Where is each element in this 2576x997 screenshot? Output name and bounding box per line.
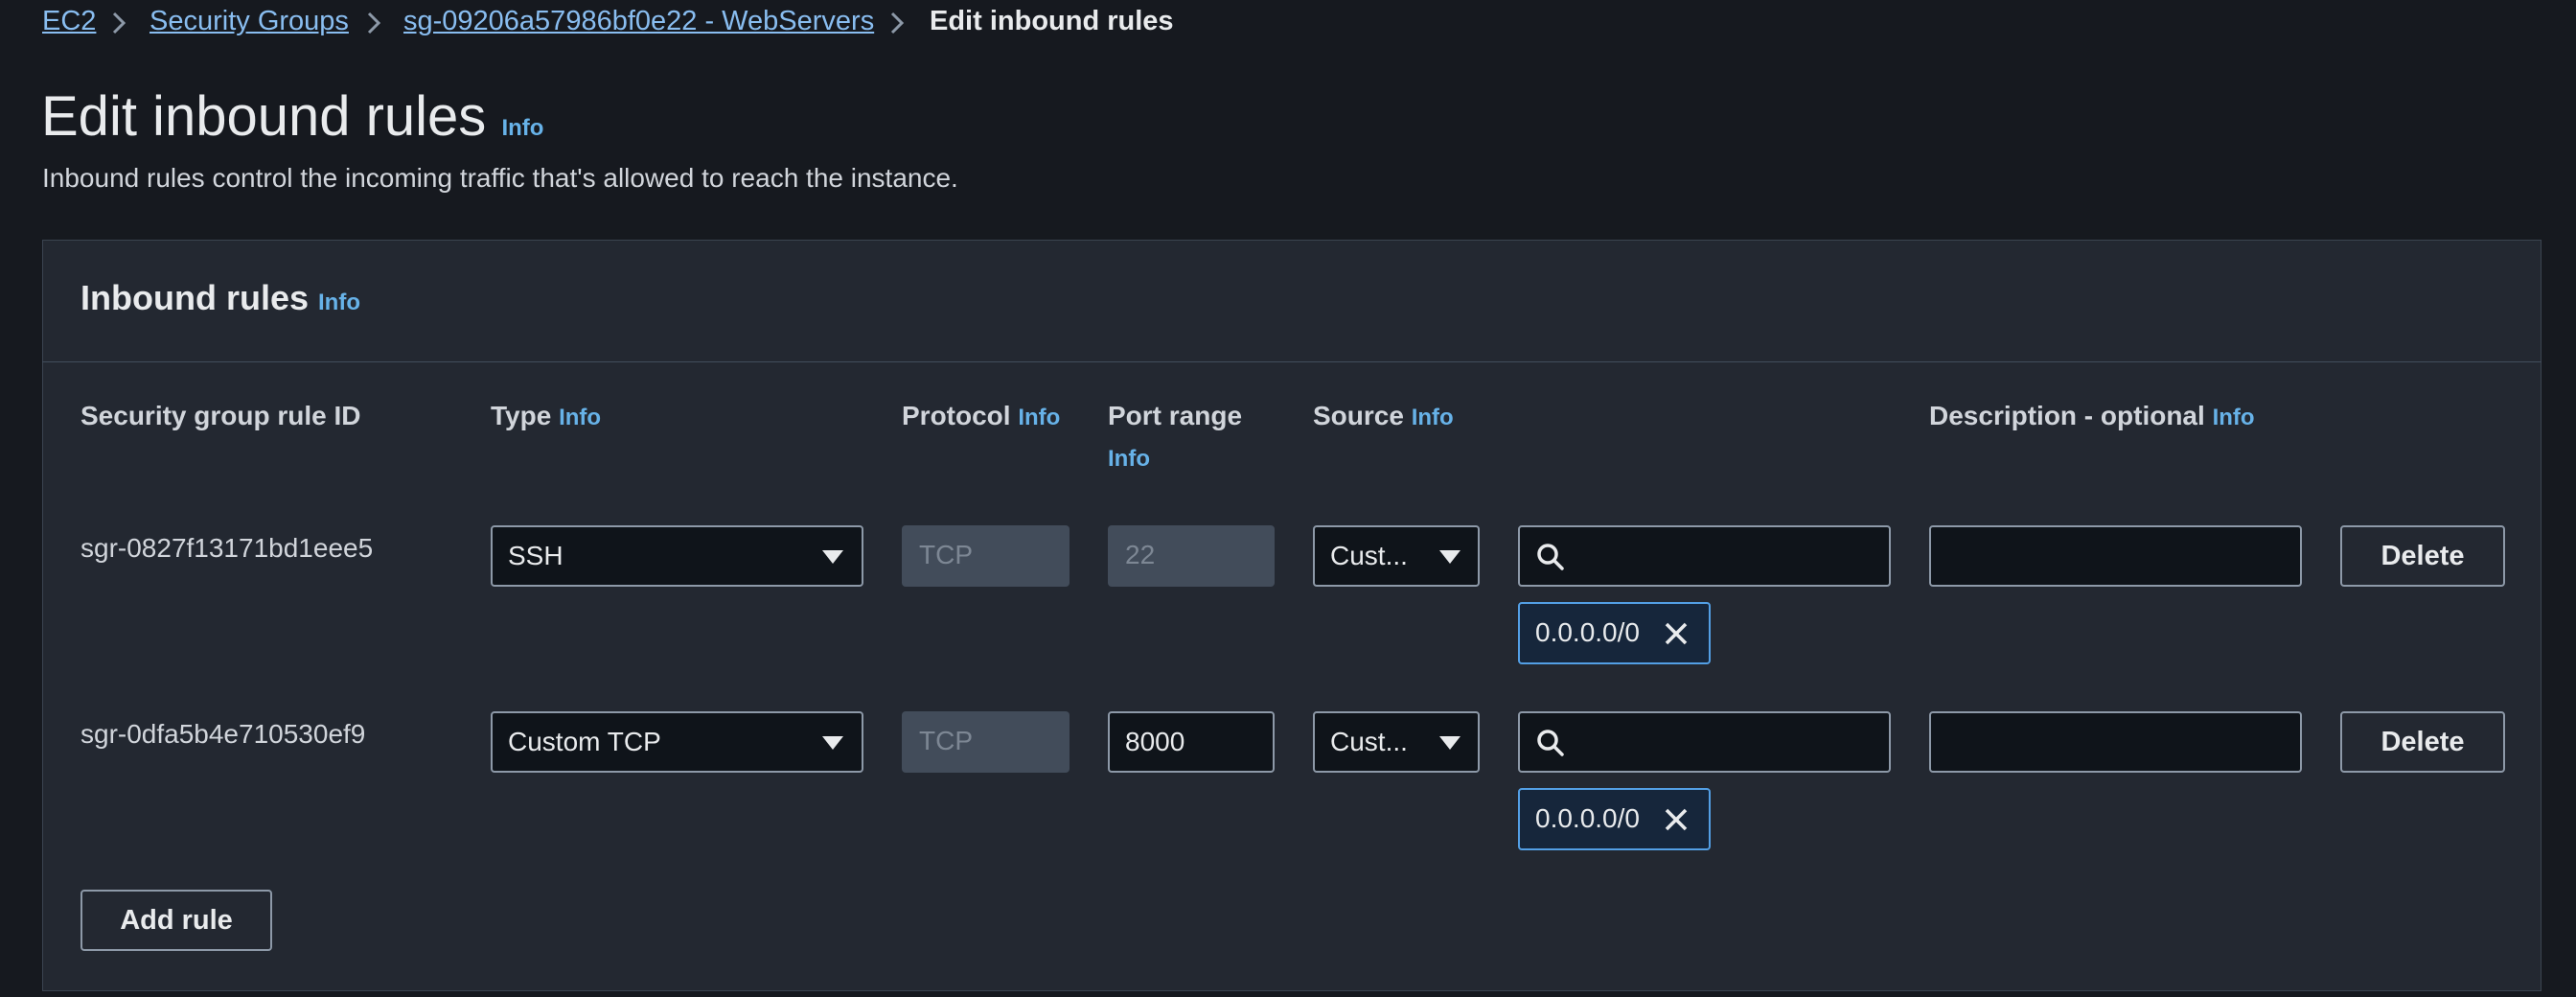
port-range-input[interactable]: 8000 [1108,711,1275,773]
port-range-info-link[interactable]: Info [1108,446,1150,473]
source-token-label: 0.0.0.0/0 [1535,803,1640,833]
protocol-value: TCP [919,726,973,755]
description-input[interactable] [1929,711,2302,773]
chevron-right-icon [367,12,381,35]
column-header-description: Description - optional Info [1929,401,2255,431]
column-header-port-range: Port range [1108,401,1243,430]
close-icon[interactable] [1662,805,1690,834]
source-select[interactable]: Cust... [1313,711,1480,773]
column-header-description-label: Description - optional [1929,401,2205,430]
protocol-value: TCP [919,540,973,569]
add-rule-button[interactable]: Add rule [80,890,272,951]
panel-title: Inbound rules Info [80,278,360,318]
column-header-protocol: Protocol Info [902,401,1060,431]
column-header-rule-id: Security group rule ID [80,401,361,430]
description-input[interactable] [1929,525,2302,587]
panel-header [42,240,2542,362]
source-select-value: Cust... [1330,727,1408,756]
rule-id: sgr-0dfa5b4e710530ef9 [80,719,366,749]
breadcrumb-security-group-link[interactable]: sg-09206a57986bf0e22 - WebServers [403,6,874,37]
port-range-field: 22 [1108,525,1275,587]
search-icon [1537,544,1564,570]
column-header-source: Source Info [1313,401,1454,431]
breadcrumb-ec2-link[interactable]: EC2 [42,6,96,37]
caret-down-icon [822,736,843,750]
chevron-right-icon [112,12,126,35]
close-icon[interactable] [1662,619,1690,648]
protocol-field: TCP [902,525,1070,587]
description-info-link[interactable]: Info [2213,405,2255,430]
panel-info-link[interactable]: Info [318,290,360,315]
source-select-value: Cust... [1330,541,1408,570]
page-info-link[interactable]: Info [501,115,543,141]
chevron-right-icon [890,12,905,35]
panel-title-text: Inbound rules [80,278,309,317]
delete-rule-button[interactable]: Delete [2340,525,2505,587]
page-description: Inbound rules control the incoming traff… [42,163,958,193]
column-header-type-label: Type [491,401,552,430]
column-header-type: Type Info [491,401,601,431]
page-title: Edit inbound rules Info [41,84,543,149]
type-info-link[interactable]: Info [559,405,601,430]
page-title-text: Edit inbound rules [41,85,487,148]
type-select[interactable]: Custom TCP [491,711,863,773]
column-header-source-label: Source [1313,401,1404,430]
breadcrumb-security-groups-link[interactable]: Security Groups [150,6,349,37]
source-search-input[interactable] [1518,711,1891,773]
column-header-protocol-label: Protocol [902,401,1011,430]
port-range-value: 22 [1125,540,1156,569]
caret-down-icon [1439,736,1460,750]
protocol-info-link[interactable]: Info [1018,405,1060,430]
source-token-label: 0.0.0.0/0 [1535,617,1640,647]
type-select-value: SSH [508,541,564,570]
type-select[interactable]: SSH [491,525,863,587]
delete-rule-button[interactable]: Delete [2340,711,2505,773]
type-select-value: Custom TCP [508,727,661,756]
port-range-value: 8000 [1125,727,1185,756]
search-icon [1537,730,1564,756]
breadcrumb-current: Edit inbound rules [930,6,1174,36]
source-select[interactable]: Cust... [1313,525,1480,587]
caret-down-icon [822,550,843,564]
source-info-link[interactable]: Info [1412,405,1454,430]
source-token: 0.0.0.0/0 [1518,602,1711,664]
source-search-input[interactable] [1518,525,1891,587]
rule-id: sgr-0827f13171bd1eee5 [80,533,374,563]
source-token: 0.0.0.0/0 [1518,788,1711,850]
caret-down-icon [1439,550,1460,564]
protocol-field: TCP [902,711,1070,773]
